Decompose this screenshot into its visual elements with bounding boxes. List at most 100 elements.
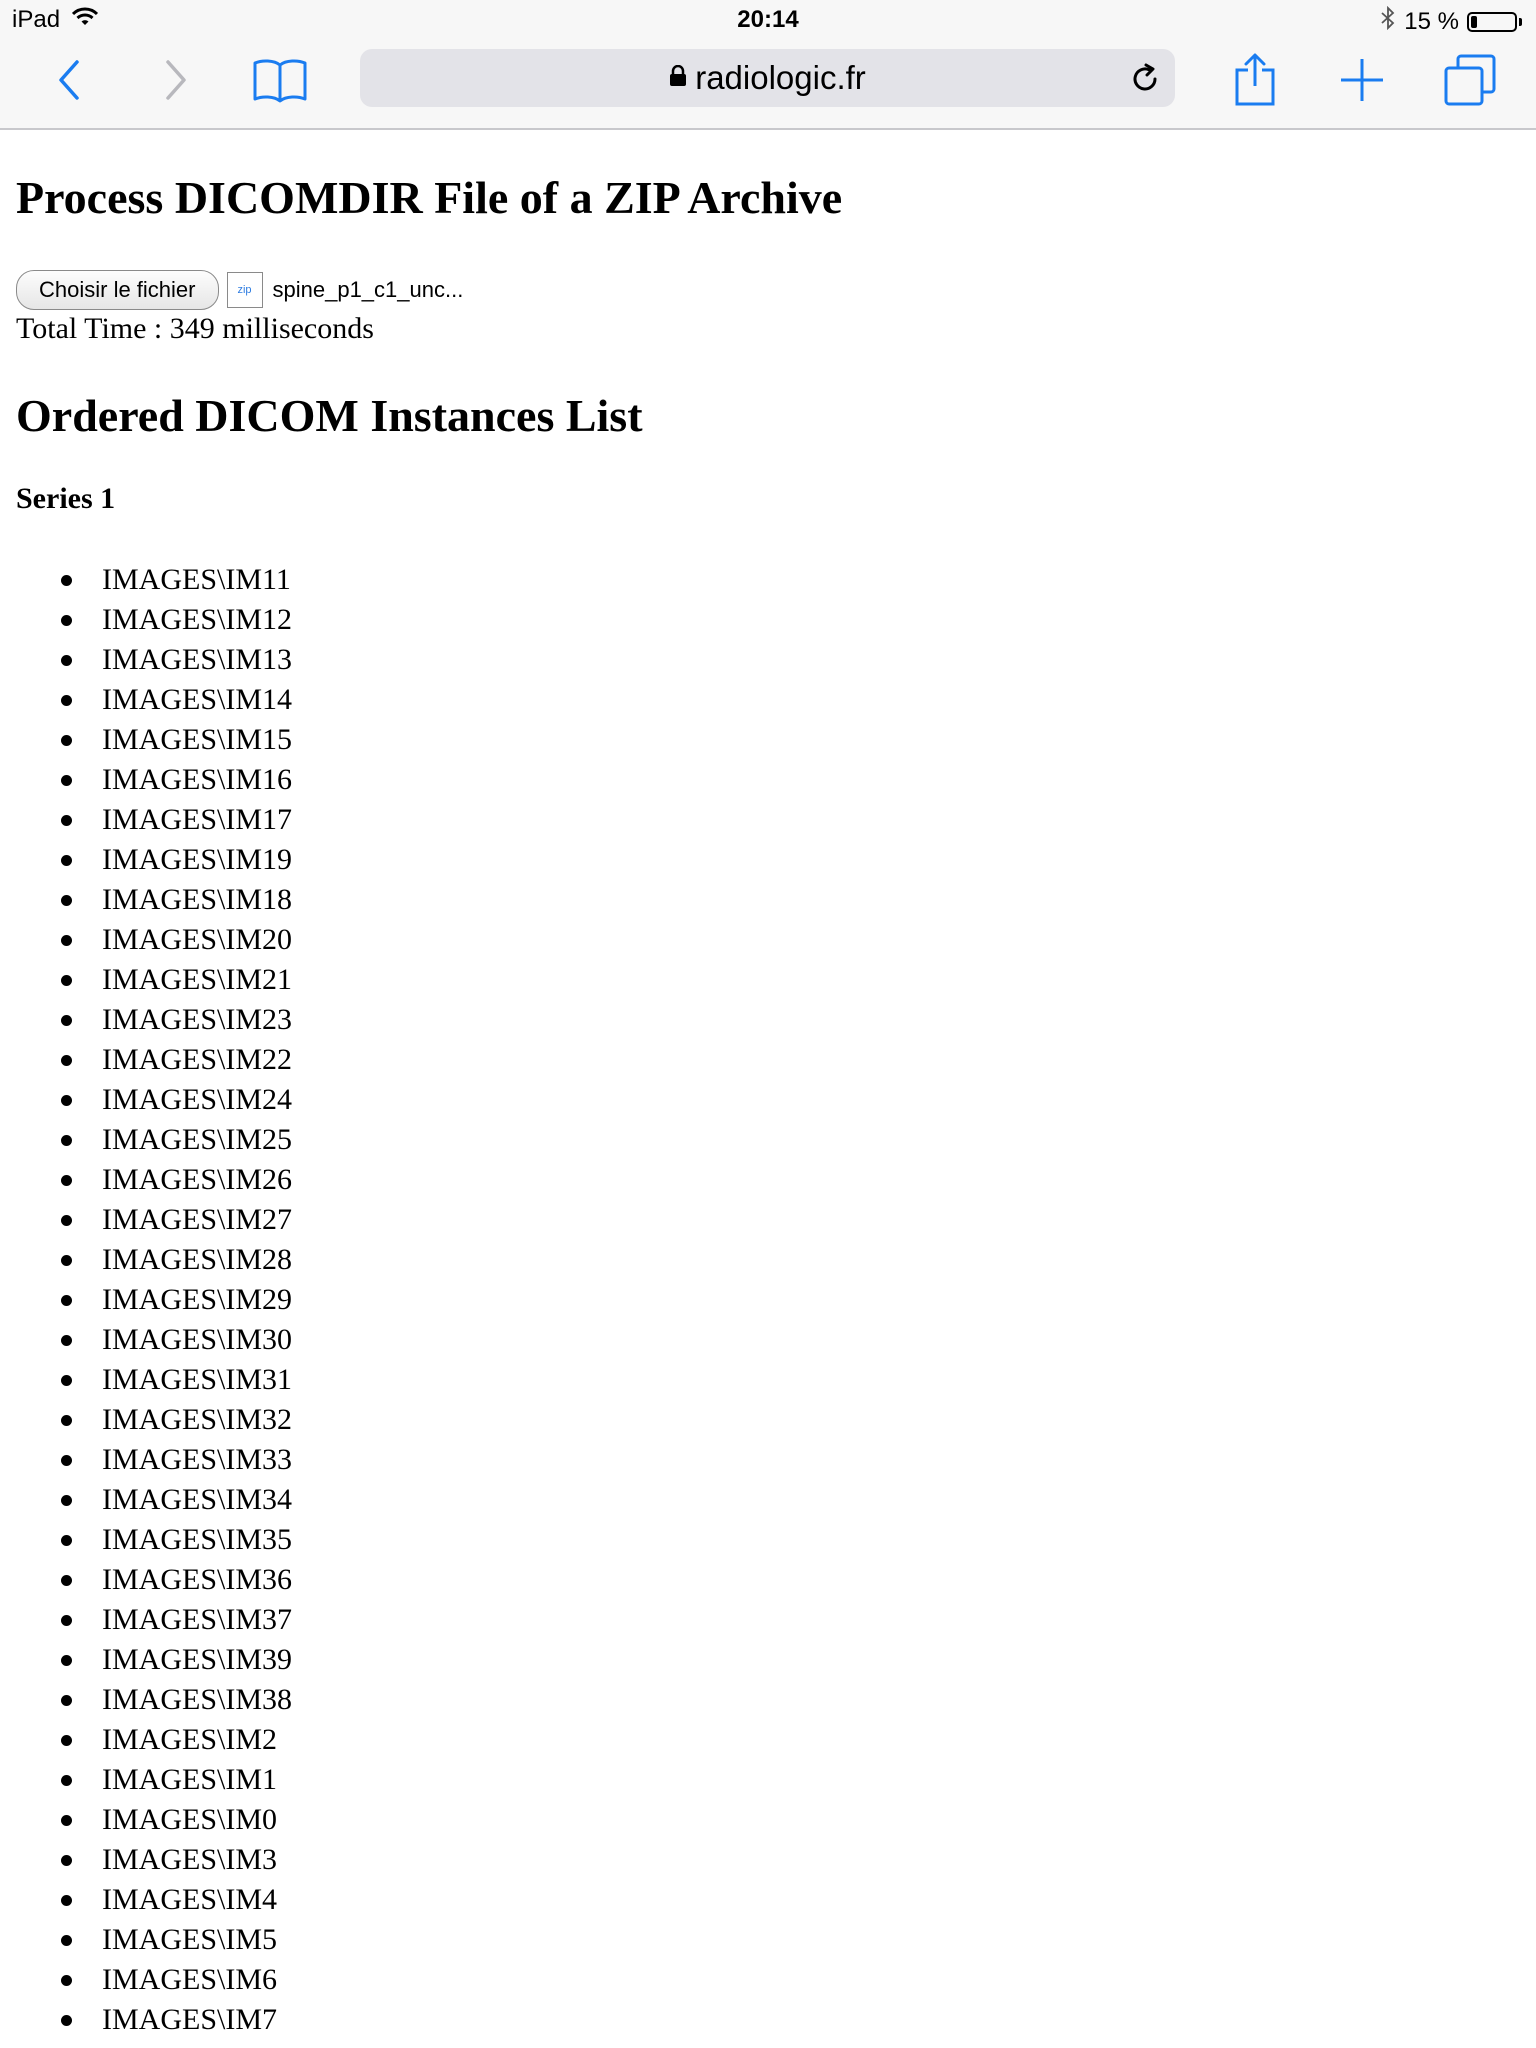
list-item: IMAGES\IM19 — [16, 840, 1516, 880]
instance-path: IMAGES\IM7 — [102, 2003, 278, 2036]
bullet-icon — [61, 1814, 72, 1826]
instance-path: IMAGES\IM11 — [102, 563, 291, 596]
list-item: IMAGES\IM24 — [16, 1080, 1516, 1120]
list-item: IMAGES\IM39 — [16, 1640, 1516, 1680]
bullet-icon — [61, 894, 72, 906]
bullet-icon — [61, 1974, 72, 1986]
address-bar[interactable]: radiologic.fr — [360, 49, 1175, 107]
list-item: IMAGES\IM32 — [16, 1400, 1516, 1440]
list-item: IMAGES\IM15 — [16, 720, 1516, 760]
list-item: IMAGES\IM12 — [16, 600, 1516, 640]
list-item: IMAGES\IM5 — [16, 1920, 1516, 1960]
instance-path: IMAGES\IM14 — [102, 683, 293, 716]
list-item: IMAGES\IM34 — [16, 1480, 1516, 1520]
list-item: IMAGES\IM35 — [16, 1520, 1516, 1560]
series-heading: Series 1 — [16, 482, 116, 515]
instance-path: IMAGES\IM33 — [102, 1443, 293, 1476]
bullet-icon — [61, 1014, 72, 1026]
instance-path: IMAGES\IM1 — [102, 1763, 278, 1796]
reload-icon[interactable] — [1125, 59, 1165, 99]
status-bar: iPad 20:14 15 % — [0, 0, 1536, 40]
list-item: IMAGES\IM3 — [16, 1840, 1516, 1880]
list-item: IMAGES\IM26 — [16, 1160, 1516, 1200]
browser-toolbar: radiologic.fr — [0, 40, 1536, 130]
instances-list-title: Ordered DICOM Instances List — [16, 390, 643, 441]
bullet-icon — [61, 774, 72, 786]
instance-path: IMAGES\IM36 — [102, 1563, 293, 1596]
bullet-icon — [61, 614, 72, 626]
list-item: IMAGES\IM11 — [16, 560, 1516, 600]
instance-path: IMAGES\IM28 — [102, 1243, 293, 1276]
list-item: IMAGES\IM17 — [16, 800, 1516, 840]
instance-path: IMAGES\IM31 — [102, 1363, 293, 1396]
list-item: IMAGES\IM29 — [16, 1280, 1516, 1320]
list-item: IMAGES\IM18 — [16, 880, 1516, 920]
bullet-icon — [61, 1374, 72, 1386]
page-title: Process DICOMDIR File of a ZIP Archive — [16, 172, 843, 223]
list-item: IMAGES\IM6 — [16, 1960, 1516, 2000]
bullet-icon — [61, 694, 72, 706]
list-item: IMAGES\IM36 — [16, 1560, 1516, 1600]
instance-path: IMAGES\IM13 — [102, 643, 293, 676]
instance-path: IMAGES\IM30 — [102, 1323, 293, 1356]
list-item: IMAGES\IM33 — [16, 1440, 1516, 1480]
bullet-icon — [61, 1534, 72, 1546]
new-tab-icon[interactable] — [1327, 50, 1397, 110]
status-time: 20:14 — [737, 6, 799, 33]
instance-path: IMAGES\IM24 — [102, 1083, 293, 1116]
bullet-icon — [61, 854, 72, 866]
instance-path: IMAGES\IM19 — [102, 843, 293, 876]
instance-path: IMAGES\IM20 — [102, 923, 293, 956]
back-icon[interactable] — [35, 50, 105, 110]
list-item: IMAGES\IM20 — [16, 920, 1516, 960]
selected-file-name: spine_p1_c1_unc... — [272, 277, 464, 302]
instance-path: IMAGES\IM5 — [102, 1923, 278, 1956]
url-text: radiologic.fr — [695, 59, 866, 96]
battery-icon — [1467, 11, 1517, 32]
battery-tip — [1519, 17, 1522, 26]
bullet-icon — [61, 734, 72, 746]
instance-path: IMAGES\IM23 — [102, 1003, 293, 1036]
file-input[interactable]: Choisir le fichier zip spine_p1_c1_unc..… — [16, 270, 1516, 310]
instance-path: IMAGES\IM39 — [102, 1643, 293, 1676]
list-item: IMAGES\IM28 — [16, 1240, 1516, 1280]
bluetooth-icon — [1380, 5, 1396, 37]
list-item: IMAGES\IM2 — [16, 1720, 1516, 1760]
battery-percent: 15 % — [1404, 7, 1459, 35]
bullet-icon — [61, 1094, 72, 1106]
list-item: IMAGES\IM38 — [16, 1680, 1516, 1720]
instance-path: IMAGES\IM34 — [102, 1483, 293, 1516]
forward-icon[interactable] — [140, 50, 210, 110]
bullet-icon — [61, 1214, 72, 1226]
choose-file-button[interactable]: Choisir le fichier — [16, 270, 219, 310]
bullet-icon — [61, 1254, 72, 1266]
list-item: IMAGES\IM7 — [16, 2000, 1516, 2040]
list-item: IMAGES\IM22 — [16, 1040, 1516, 1080]
tabs-icon[interactable] — [1435, 50, 1505, 110]
instances-list: IMAGES\IM11 IMAGES\IM12 IMAGES\IM13 IMAGES\… — [16, 560, 1516, 2040]
bullet-icon — [61, 1734, 72, 1746]
list-item: IMAGES\IM23 — [16, 1000, 1516, 1040]
bookmarks-icon[interactable] — [245, 50, 315, 110]
instance-path: IMAGES\IM12 — [102, 603, 293, 636]
list-item: IMAGES\IM1 — [16, 1760, 1516, 1800]
bullet-icon — [61, 1614, 72, 1626]
bullet-icon — [61, 974, 72, 986]
bullet-icon — [61, 1414, 72, 1426]
list-item: IMAGES\IM30 — [16, 1320, 1516, 1360]
instance-path: IMAGES\IM26 — [102, 1163, 293, 1196]
list-item: IMAGES\IM13 — [16, 640, 1516, 680]
bullet-icon — [61, 1854, 72, 1866]
battery-level — [1471, 15, 1478, 28]
list-item: IMAGES\IM4 — [16, 1880, 1516, 1920]
instance-path: IMAGES\IM38 — [102, 1683, 293, 1716]
share-icon[interactable] — [1220, 50, 1290, 110]
bullet-icon — [61, 934, 72, 946]
bullet-icon — [61, 1694, 72, 1706]
page-content: Process DICOMDIR File of a ZIP Archive C… — [16, 130, 1516, 2040]
status-right: 15 % — [1380, 5, 1522, 37]
instance-path: IMAGES\IM29 — [102, 1283, 293, 1316]
bullet-icon — [61, 1494, 72, 1506]
bullet-icon — [61, 1054, 72, 1066]
instance-path: IMAGES\IM35 — [102, 1523, 293, 1556]
